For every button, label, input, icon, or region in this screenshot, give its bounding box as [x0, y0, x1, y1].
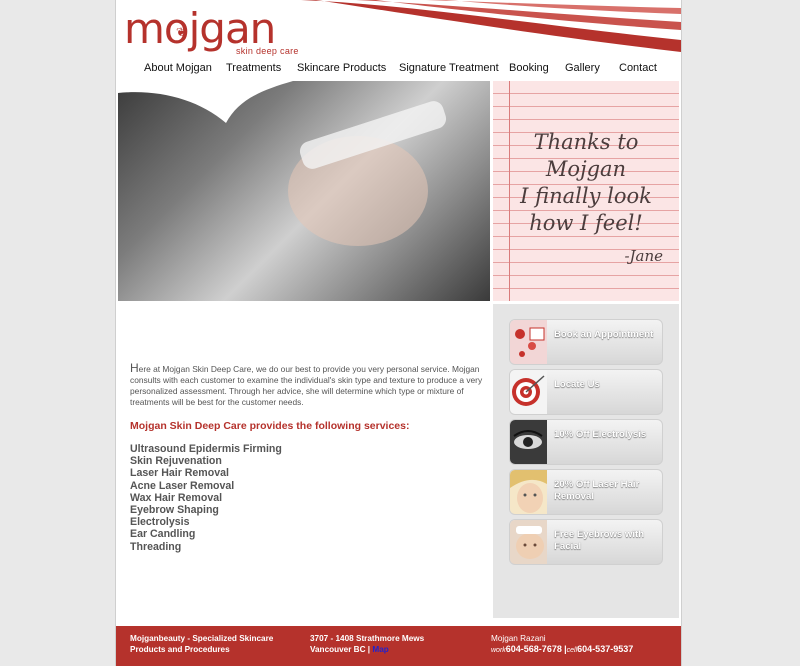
list-item: Wax Hair Removal	[130, 491, 223, 504]
cell-phone: 604-537-9537	[577, 644, 634, 654]
book-appointment-button[interactable]: Book an Appointment	[509, 319, 663, 365]
list-item: Skin Rejuvenation	[130, 455, 222, 468]
nav-gallery[interactable]: Gallery	[565, 62, 600, 74]
nav-contact[interactable]: Contact	[619, 62, 657, 74]
footer: Mojganbeauty - Specialized Skincare Prod…	[116, 626, 681, 666]
electrolysis-offer-button[interactable]: 10% Off Electrolysis	[509, 419, 663, 465]
list-item: Ultrasound Epidermis Firming	[130, 443, 282, 455]
nav-treatments[interactable]: Treatments	[226, 62, 281, 74]
hero-curve-decoration	[118, 81, 447, 246]
footer-contact: Mojgan Razani work604-568-7678 |cell604-…	[491, 633, 676, 656]
page: mojgan ❦ skin deep care About Mojgan Tre…	[116, 0, 681, 666]
list-item: Electrolysis	[130, 516, 190, 529]
footer-address-line: 3707 - 1408 Strathmore Mews	[310, 634, 425, 643]
nav-about[interactable]: About Mojgan	[144, 62, 212, 74]
list-item: Ear Candling	[130, 528, 196, 541]
promo-label: 20% Off Laser Hair Removal	[554, 479, 640, 502]
quote-line: Thanks to	[533, 130, 639, 154]
eye-icon	[510, 420, 547, 464]
map-link[interactable]: Map	[372, 645, 388, 654]
intro-drop-cap: H	[130, 361, 139, 375]
header: mojgan ❦ skin deep care About Mojgan Tre…	[116, 0, 681, 80]
testimonial-signature: -Jane	[624, 247, 663, 265]
footer-contact-name: Mojgan Razani	[491, 634, 546, 643]
page-edge-right	[681, 0, 682, 666]
nav-skincare-products[interactable]: Skincare Products	[297, 62, 386, 74]
free-eyebrows-offer-button[interactable]: Free Eyebrows with Facial	[509, 519, 663, 565]
locate-us-button[interactable]: Locate Us	[509, 369, 663, 415]
logo-tagline: skin deep care	[236, 46, 299, 56]
services-heading: Mojgan Skin Deep Care provides the follo…	[130, 420, 410, 432]
list-item: Threading	[130, 540, 182, 553]
list-item: Eyebrow Shaping	[130, 504, 219, 517]
quote-line: how I feel!	[529, 211, 643, 235]
footer-company: Mojganbeauty - Specialized Skincare Prod…	[130, 634, 274, 654]
footer-address: 3707 - 1408 Strathmore Mews Vancouver BC…	[310, 633, 450, 655]
intro-text: ere at Mojgan Skin Deep Care, we do our …	[130, 364, 483, 407]
list-item: Laser Hair Removal	[130, 467, 229, 480]
footer-address-city: Vancouver BC | Map	[310, 644, 450, 655]
services-list: Ultrasound Epidermis Firming Skin Rejuve…	[130, 443, 282, 553]
nav-signature-treatment[interactable]: Signature Treatment	[399, 62, 499, 74]
work-phone: 604-568-7678	[505, 644, 562, 654]
promo-label: Free Eyebrows with Facial	[554, 529, 645, 552]
work-phone-label: work	[491, 647, 506, 654]
footer-city-text: Vancouver BC |	[310, 645, 371, 654]
quote-line: I finally look	[520, 184, 652, 208]
hero-image	[118, 81, 490, 301]
facial-icon	[510, 520, 547, 564]
cell-phone-label: cell	[566, 647, 578, 654]
calendar-icon	[510, 320, 547, 364]
nav-booking[interactable]: Booking	[509, 62, 549, 74]
intro-paragraph: Here at Mojgan Skin Deep Care, we do our…	[130, 361, 485, 408]
testimonial-card: Thanks to Mojgan I finally look how I fe…	[493, 81, 679, 301]
face-icon	[510, 470, 547, 514]
sidebar: Book an Appointment Locate Us 10% Off El…	[493, 304, 679, 618]
testimonial-quote: Thanks to Mojgan I finally look how I fe…	[493, 129, 679, 237]
target-icon	[510, 370, 547, 414]
promo-label: Locate Us	[554, 379, 600, 390]
quote-line: Mojgan	[545, 157, 627, 181]
promo-label: Book an Appointment	[554, 329, 654, 340]
leaf-icon: ❦	[176, 25, 187, 39]
laser-hair-offer-button[interactable]: 20% Off Laser Hair Removal	[509, 469, 663, 515]
promo-label: 10% Off Electrolysis	[554, 429, 647, 440]
list-item: Acne Laser Removal	[130, 479, 235, 492]
footer-phones: work604-568-7678 |cell604-537-9537	[491, 644, 676, 656]
main-nav: About Mojgan Treatments Skincare Product…	[116, 62, 681, 76]
